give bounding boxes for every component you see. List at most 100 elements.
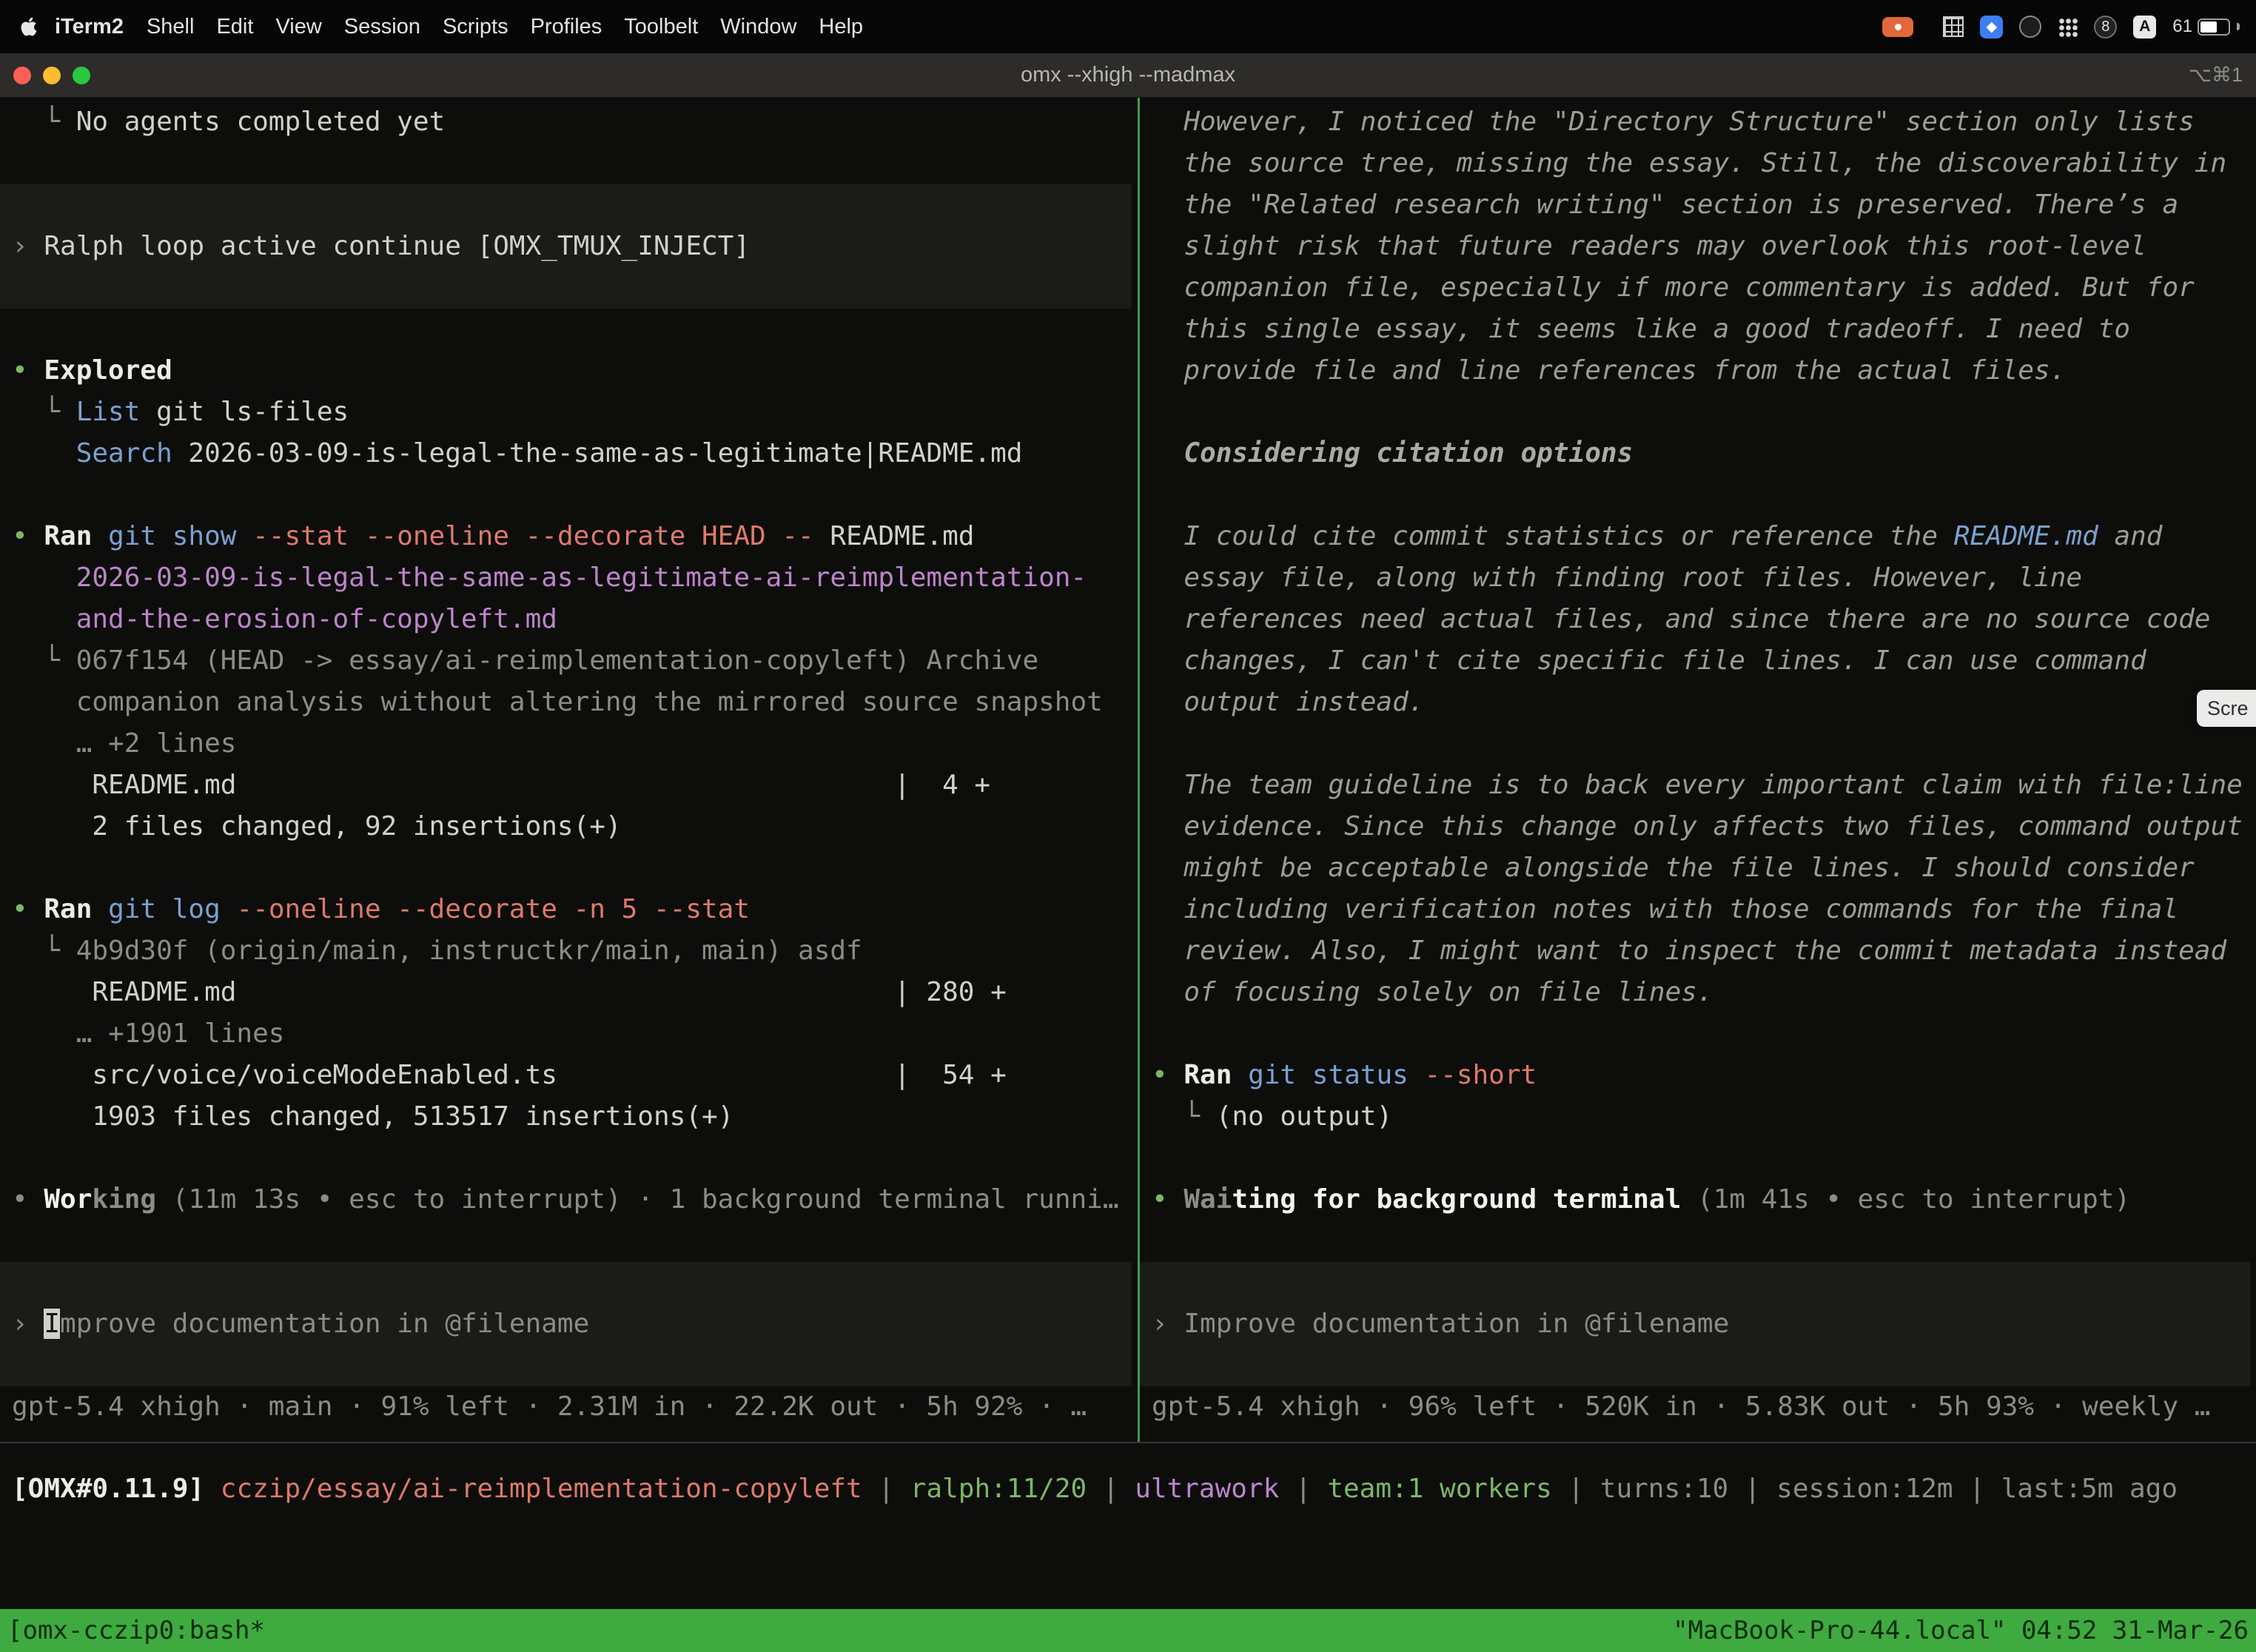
terminal-line: the "Related research writing" section i… (1140, 184, 2256, 226)
terminal-block: └ No agents completed yet (0, 101, 1138, 143)
dots-grid-icon[interactable] (2058, 17, 2078, 37)
terminal-line: › Improve documentation in @filename (1140, 1303, 2250, 1345)
terminal-block: gpt-5.4 xhigh · main · 91% left · 2.31M … (0, 1386, 1138, 1428)
terminal-line: • Ran git show --stat --oneline --decora… (0, 516, 1138, 557)
terminal-line: review. Also, I might want to inspect th… (1140, 930, 2256, 972)
menu-item-view[interactable]: View (264, 15, 332, 39)
input-source-icon[interactable]: A (2133, 16, 2156, 38)
terminal-input-box[interactable]: › Improve documentation in @filename (0, 1262, 1132, 1386)
terminal-window: └ No agents completed yet › Ralph loop ac… (0, 98, 2256, 1652)
terminal-block: gpt-5.4 xhigh · 96% left · 520K in · 5.8… (1140, 1386, 2256, 1428)
window-title-bar[interactable]: omx --xhigh --madmax ⌥⌘1 (0, 53, 2256, 98)
menu-bar-status: ◆ 8 A 61 (1882, 16, 2256, 38)
terminal-input-box[interactable]: › Improve documentation in @filename (1140, 1262, 2250, 1386)
tmux-host-clock: "MacBook-Pro-44.local" 04:52 31-Mar-26 (1673, 1610, 2249, 1651)
menu-item-toolbelt[interactable]: Toolbelt (613, 15, 709, 39)
notification-toast[interactable]: Scre (2197, 690, 2256, 727)
terminal-gap (0, 1138, 1138, 1179)
terminal-line: evidence. Since this change only affects… (1140, 806, 2256, 847)
raycast-icon[interactable]: ◆ (1980, 16, 2003, 38)
terminal-gap (0, 847, 1138, 889)
terminal-line: [OMX#0.11.9] cczip/essay/ai-reimplementa… (0, 1468, 2256, 1510)
terminal-line: … +1901 lines (0, 1013, 1138, 1055)
battery-percent: 61 (2172, 16, 2192, 37)
tmux-status-bar: [omx-cczip0:bash* "MacBook-Pro-44.local"… (0, 1609, 2256, 1652)
terminal-block: [OMX#0.11.9] cczip/essay/ai-reimplementa… (0, 1468, 2256, 1510)
menu-item-profiles[interactable]: Profiles (520, 15, 614, 39)
terminal-gap (1140, 474, 2256, 516)
terminal-line: references need actual files, and since … (1140, 599, 2256, 640)
terminal-line: the source tree, missing the essay. Stil… (1140, 143, 2256, 184)
terminal-line: 1903 files changed, 513517 insertions(+) (0, 1096, 1138, 1138)
menu-item-scripts[interactable]: Scripts (432, 15, 520, 39)
menu-item-help[interactable]: Help (808, 15, 874, 39)
terminal-line: might be acceptable alongside the file l… (1140, 847, 2256, 889)
tmux-session-label: [omx-cczip0:bash* (7, 1610, 265, 1651)
screen: iTerm2 Shell Edit View Session Scripts P… (0, 0, 2256, 1652)
terminal-gap (1140, 1013, 2256, 1055)
grid-icon[interactable] (1943, 16, 1964, 37)
terminal-line: Search 2026-03-09-is-legal-the-same-as-l… (0, 433, 1138, 474)
terminal-block: • Ran git show --stat --oneline --decora… (0, 516, 1138, 847)
battery-icon[interactable]: 61 (2172, 16, 2240, 37)
terminal-gap (0, 1220, 1138, 1262)
battery-fill (2200, 21, 2217, 33)
terminal-line: › Ralph loop active continue [OMX_TMUX_I… (0, 226, 1132, 267)
terminal-line: slight risk that future readers may over… (1140, 226, 2256, 267)
apple-menu[interactable] (19, 17, 43, 36)
battery-body (2198, 19, 2230, 36)
terminal-block: The team guideline is to back every impo… (1140, 765, 2256, 1013)
terminal-block: • Explored └ List git ls-files Search 20… (0, 350, 1138, 474)
terminal-line: └ (no output) (1140, 1096, 2256, 1138)
terminal-line: › Improve documentation in @filename (0, 1303, 1132, 1345)
menu-item-app[interactable]: iTerm2 (43, 15, 135, 39)
terminal-input-box[interactable]: › Ralph loop active continue [OMX_TMUX_I… (0, 184, 1132, 309)
terminal-gap (1140, 1138, 2256, 1179)
terminal-line: including verification notes with those … (1140, 889, 2256, 930)
terminal-line: The team guideline is to back every impo… (1140, 765, 2256, 806)
terminal-block: • Ran git log --oneline --decorate -n 5 … (0, 889, 1138, 1138)
terminal-line: gpt-5.4 xhigh · 96% left · 520K in · 5.8… (1140, 1386, 2256, 1428)
battery-tip (2237, 23, 2240, 30)
terminal-gap (0, 474, 1138, 516)
terminal-line: However, I noticed the "Directory Struct… (1140, 101, 2256, 143)
camera-icon[interactable] (2019, 16, 2041, 38)
terminal-block: • Ran git status --short └ (no output) (1140, 1055, 2256, 1138)
right-terminal-pane[interactable]: However, I noticed the "Directory Struct… (1140, 98, 2256, 1442)
terminal-line: essay file, along with finding root file… (1140, 557, 2256, 599)
menu-item-shell[interactable]: Shell (135, 15, 206, 39)
terminal-line: companion file, especially if more comme… (1140, 267, 2256, 309)
terminal-gap (1140, 723, 2256, 765)
terminal-line: and-the-erosion-of-copyleft.md (0, 599, 1138, 640)
terminal-line: … +2 lines (0, 723, 1138, 765)
terminal-line: provide file and line references from th… (1140, 350, 2256, 392)
terminal-line: gpt-5.4 xhigh · main · 91% left · 2.31M … (0, 1386, 1138, 1428)
apple-icon (19, 17, 38, 36)
menu-item-window[interactable]: Window (709, 15, 808, 39)
terminal-line: output instead. (1140, 682, 2256, 723)
terminal-block: • Waiting for background terminal (1m 41… (1140, 1179, 2256, 1220)
terminal-line: └ 067f154 (HEAD -> essay/ai-reimplementa… (0, 640, 1138, 682)
terminal-block: I could cite commit statistics or refere… (1140, 516, 2256, 723)
menu-item-edit[interactable]: Edit (205, 15, 264, 39)
terminal-line: • Ran git status --short (1140, 1055, 2256, 1096)
omx-status-line: [OMX#0.11.9] cczip/essay/ai-reimplementa… (0, 1443, 2256, 1510)
menu-item-session[interactable]: Session (333, 15, 432, 39)
terminal-block: Considering citation options (1140, 433, 2256, 474)
terminal-block: However, I noticed the "Directory Struct… (1140, 101, 2256, 392)
terminal-gap (1140, 392, 2256, 433)
terminal-line: changes, I can't cite specific file line… (1140, 640, 2256, 682)
terminal-line: of focusing solely on file lines. (1140, 972, 2256, 1013)
terminal-line: README.md | 4 + (0, 765, 1138, 806)
terminal-line: I could cite commit statistics or refere… (1140, 516, 2256, 557)
terminal-line: this single essay, it seems like a good … (1140, 309, 2256, 350)
left-terminal-pane[interactable]: └ No agents completed yet › Ralph loop ac… (0, 98, 1138, 1442)
screen-recording-indicator-icon[interactable] (1882, 17, 1913, 37)
terminal-line: Considering citation options (1140, 433, 2256, 474)
key-icon[interactable]: 8 (2094, 16, 2117, 38)
menu-bar: iTerm2 Shell Edit View Session Scripts P… (0, 0, 2256, 53)
terminal-line: └ No agents completed yet (0, 101, 1138, 143)
terminal-line: └ List git ls-files (0, 392, 1138, 433)
terminal-line: • Explored (0, 350, 1138, 392)
terminal-line: 2026-03-09-is-legal-the-same-as-legitima… (0, 557, 1138, 599)
